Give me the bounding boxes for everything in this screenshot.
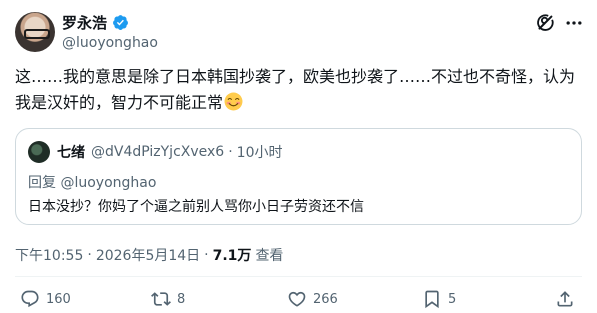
heart-icon	[288, 291, 306, 307]
quote-reply-handle[interactable]: @luoyonghao	[60, 175, 156, 191]
tweet-text-body: 这……我的意思是除了日本韩国抄袭了，欧美也抄袭了……不过也不奇怪，认为我是汉奸的…	[15, 67, 576, 112]
quote-author-handle[interactable]: @dV4dPizYjcXvex6	[91, 144, 224, 160]
reply-icon	[21, 290, 39, 308]
quote-author-name[interactable]: 七绪	[57, 142, 85, 162]
author-block: 罗永浩 @luoyonghao	[62, 12, 158, 52]
tweet-time[interactable]: 下午10:55	[15, 245, 83, 265]
quote-text: 日本没抄？你妈了个逼之前别人骂你小日子劳资还不信	[28, 199, 364, 215]
views-count[interactable]: 7.1万	[213, 245, 252, 265]
divider	[15, 276, 582, 277]
repost-button[interactable]: 8	[151, 289, 185, 309]
quote-separator: ·	[228, 144, 233, 160]
action-bar: 160 8 266 5	[0, 289, 597, 313]
tweet-text: 这……我的意思是除了日本韩国抄袭了，欧美也抄袭了……不过也不奇怪，认为我是汉奸的…	[15, 64, 585, 116]
quote-reply-context: 回复 @luoyonghao	[28, 172, 156, 192]
author-name[interactable]: 罗永浩	[62, 12, 107, 33]
share-button[interactable]	[555, 289, 575, 309]
quoted-tweet-card[interactable]: 七绪 @dV4dPizYjcXvex6 · 10小时 回复 @luoyongha…	[15, 128, 582, 225]
tweet-meta: 下午10:55 · 2026年5月14日 · 7.1万 查看	[15, 245, 283, 265]
more-options-icon[interactable]	[562, 11, 586, 35]
smiling-face-emoji-icon	[224, 92, 243, 111]
author-name-row: 罗永浩	[62, 12, 158, 32]
share-icon	[557, 291, 573, 307]
author-avatar[interactable]	[15, 12, 55, 52]
author-handle[interactable]: @luoyonghao	[62, 35, 158, 51]
meta-separator-2: ·	[204, 247, 209, 263]
quote-reply-label: 回复	[28, 175, 56, 191]
quote-header: 七绪 @dV4dPizYjcXvex6 · 10小时	[57, 141, 283, 163]
repost-icon	[151, 292, 171, 306]
quote-author-avatar[interactable]	[28, 141, 50, 163]
reply-count: 160	[46, 291, 71, 307]
repost-count: 8	[177, 291, 186, 307]
bookmark-icon	[425, 290, 439, 309]
meta-separator: ·	[87, 247, 92, 263]
views-label[interactable]: 查看	[255, 245, 283, 265]
quote-timestamp[interactable]: 10小时	[237, 142, 283, 162]
bookmark-button[interactable]: 5	[422, 289, 456, 309]
verified-badge-icon	[113, 14, 128, 30]
like-count: 266	[313, 291, 338, 307]
like-button[interactable]: 266	[287, 289, 338, 309]
tweet-date[interactable]: 2026年5月14日	[96, 245, 200, 265]
reply-button[interactable]: 160	[20, 289, 71, 309]
grok-icon[interactable]	[534, 12, 556, 34]
bookmark-count: 5	[448, 291, 457, 307]
